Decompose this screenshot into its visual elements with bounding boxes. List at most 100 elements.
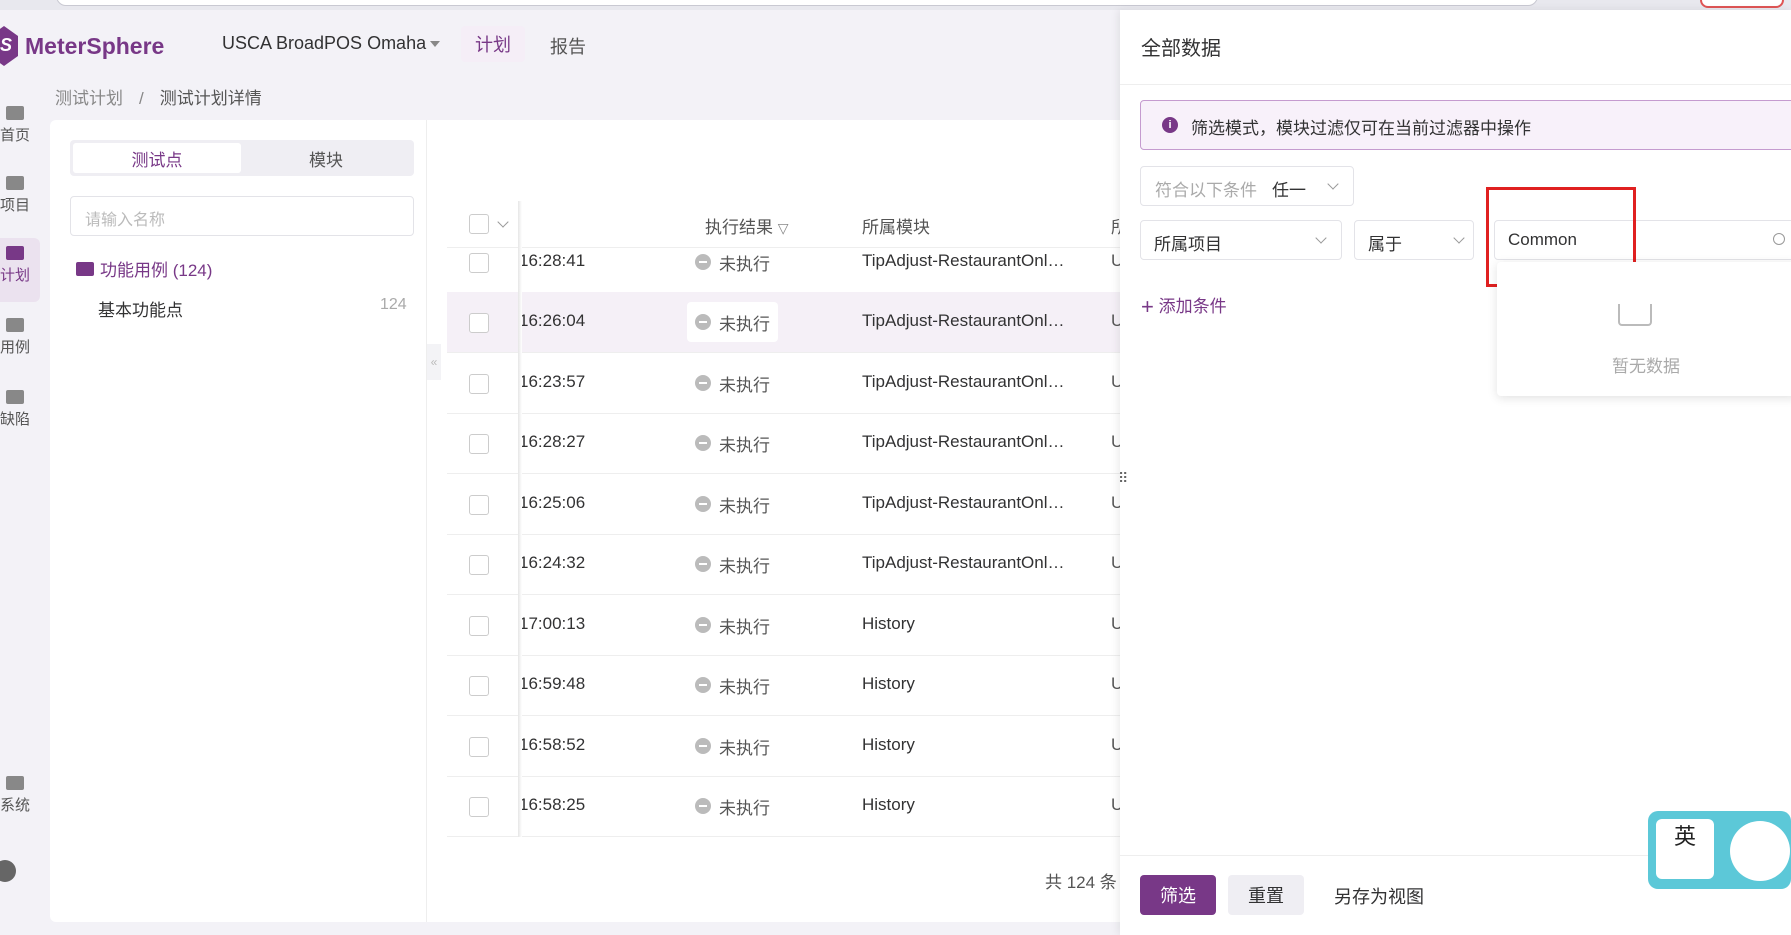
row-result-label: 未执行	[719, 375, 770, 395]
plus-icon: +	[1141, 294, 1154, 319]
ime-widget[interactable]: 英	[1648, 811, 1791, 889]
nav-item-system[interactable]: 系统	[0, 776, 38, 815]
address-bar[interactable]	[56, 0, 1538, 6]
row-result[interactable]: 未执行	[687, 786, 778, 826]
browser-action-button[interactable]	[1700, 0, 1784, 8]
search-placeholder: 请输入名称	[85, 212, 166, 229]
row-result[interactable]: 未执行	[687, 544, 778, 584]
operator-select-value: 属于	[1368, 235, 1402, 254]
ime-mascot-icon	[1730, 821, 1790, 881]
table-row[interactable]: 16:58:25 未执行 History U	[447, 776, 1123, 837]
nav-label: 首页	[0, 127, 30, 144]
row-time: 16:23:57	[519, 372, 586, 391]
reset-button[interactable]: 重置	[1228, 875, 1304, 915]
match-value: 任一	[1272, 181, 1306, 200]
row-result-label: 未执行	[719, 496, 770, 516]
nav-item-project[interactable]: 项目	[0, 176, 38, 215]
project-name: USCA BroadPOS Omaha	[222, 33, 427, 53]
operator-select[interactable]: 属于	[1354, 220, 1474, 260]
row-result[interactable]: 未执行	[687, 665, 778, 705]
field-select[interactable]: 所属项目	[1140, 220, 1342, 260]
nav-label: 用例	[0, 339, 30, 356]
nav-item-plan[interactable]: 计划	[0, 246, 38, 285]
row-result-label: 未执行	[719, 435, 770, 455]
row-checkbox[interactable]	[469, 737, 489, 757]
row-result[interactable]: 未执行	[687, 242, 778, 282]
segment-test-point[interactable]: 测试点	[73, 143, 241, 173]
folder-icon	[6, 176, 24, 190]
row-result-label: 未执行	[719, 254, 770, 274]
add-condition-button[interactable]: + 添加条件	[1141, 292, 1227, 320]
table-row[interactable]: 16:58:52 未执行 History U	[447, 716, 1123, 777]
select-all-checkbox[interactable]	[469, 214, 489, 234]
case-icon	[6, 318, 24, 332]
nav-item-bug[interactable]: 缺陷	[0, 390, 38, 429]
nav-label: 计划	[0, 267, 30, 284]
match-label: 符合以下条件	[1155, 181, 1257, 200]
nav-item-home[interactable]: 首页	[0, 106, 38, 145]
not-executed-icon	[695, 254, 711, 270]
row-checkbox[interactable]	[469, 616, 489, 636]
save-as-view-button[interactable]: 另存为视图	[1334, 883, 1424, 909]
chevron-down-icon[interactable]	[497, 216, 509, 228]
table-row[interactable]: 16:28:27 未执行 TipAdjust-RestaurantOnl… U	[447, 413, 1123, 474]
tab-plan[interactable]: 计划	[461, 26, 525, 62]
caret-down-icon	[430, 41, 441, 48]
alert-text: 筛选模式，模块过滤仅可在当前过滤器中操作	[1191, 119, 1531, 138]
row-checkbox[interactable]	[469, 797, 489, 817]
row-checkbox[interactable]	[469, 434, 489, 454]
row-result[interactable]: 未执行	[687, 726, 778, 766]
drawer-resize-handle[interactable]: ⠿	[1118, 470, 1128, 486]
row-result[interactable]: 未执行	[687, 484, 778, 524]
logo-text: MeterSphere	[25, 33, 165, 59]
match-condition-select[interactable]: 符合以下条件 任一	[1140, 166, 1354, 206]
logo-icon: S	[0, 26, 18, 66]
row-result[interactable]: 未执行	[687, 302, 778, 342]
tree-root-label: 功能用例 (124)	[100, 261, 213, 280]
nav-item-case[interactable]: 用例	[0, 318, 38, 357]
row-module: TipAdjust-RestaurantOnl…	[862, 493, 1065, 512]
row-result-label: 未执行	[719, 314, 770, 334]
row-checkbox[interactable]	[469, 253, 489, 273]
tree-item-basic[interactable]: 基本功能点	[98, 296, 183, 321]
empty-inbox-icon	[1618, 304, 1652, 326]
row-module: History	[862, 735, 915, 754]
row-result-label: 未执行	[719, 556, 770, 576]
row-checkbox[interactable]	[469, 374, 489, 394]
row-time: 16:28:41	[519, 251, 586, 270]
row-checkbox[interactable]	[469, 495, 489, 515]
table-row[interactable]: 16:24:32 未执行 TipAdjust-RestaurantOnl… U	[447, 534, 1123, 595]
tree-root-functional-cases[interactable]: 功能用例 (124)	[76, 256, 212, 281]
chevron-down-icon	[1327, 178, 1339, 190]
table-row[interactable]: 16:26:04 未执行 TipAdjust-RestaurantOnl… U	[447, 292, 1123, 353]
table-row[interactable]: 16:28:41 未执行 TipAdjust-RestaurantOnl… U	[447, 232, 1123, 293]
row-checkbox[interactable]	[469, 555, 489, 575]
field-select-value: 所属项目	[1154, 235, 1222, 254]
table-row[interactable]: 17:00:13 未执行 History U	[447, 595, 1123, 656]
collapse-panel-button[interactable]: «	[427, 344, 441, 380]
not-executed-icon	[695, 798, 711, 814]
row-result[interactable]: 未执行	[687, 605, 778, 645]
bug-icon	[6, 390, 24, 404]
tree-item-count: 124	[380, 296, 407, 313]
filter-button[interactable]: 筛选	[1140, 875, 1216, 915]
search-icon	[1773, 233, 1785, 245]
table-row[interactable]: 16:25:06 未执行 TipAdjust-RestaurantOnl… U	[447, 474, 1123, 535]
row-result[interactable]: 未执行	[687, 423, 778, 463]
row-result[interactable]: 未执行	[687, 363, 778, 403]
not-executed-icon	[695, 496, 711, 512]
not-executed-icon	[695, 617, 711, 633]
row-checkbox[interactable]	[469, 313, 489, 333]
breadcrumb-plan[interactable]: 测试计划	[55, 89, 123, 108]
module-search-input[interactable]: 请输入名称	[70, 196, 414, 236]
segment-module[interactable]: 模块	[242, 143, 410, 173]
row-checkbox[interactable]	[469, 676, 489, 696]
tab-report[interactable]: 报告	[550, 33, 586, 59]
folder-icon	[76, 261, 94, 276]
pagination-total: 共 124 条	[1045, 873, 1117, 892]
avatar-icon[interactable]	[0, 860, 16, 882]
table-row[interactable]: 16:59:48 未执行 History U	[447, 655, 1123, 716]
table-row[interactable]: 16:23:57 未执行 TipAdjust-RestaurantOnl… U	[447, 353, 1123, 414]
home-icon	[6, 106, 24, 120]
project-switcher[interactable]: USCA BroadPOS Omaha	[222, 33, 441, 54]
